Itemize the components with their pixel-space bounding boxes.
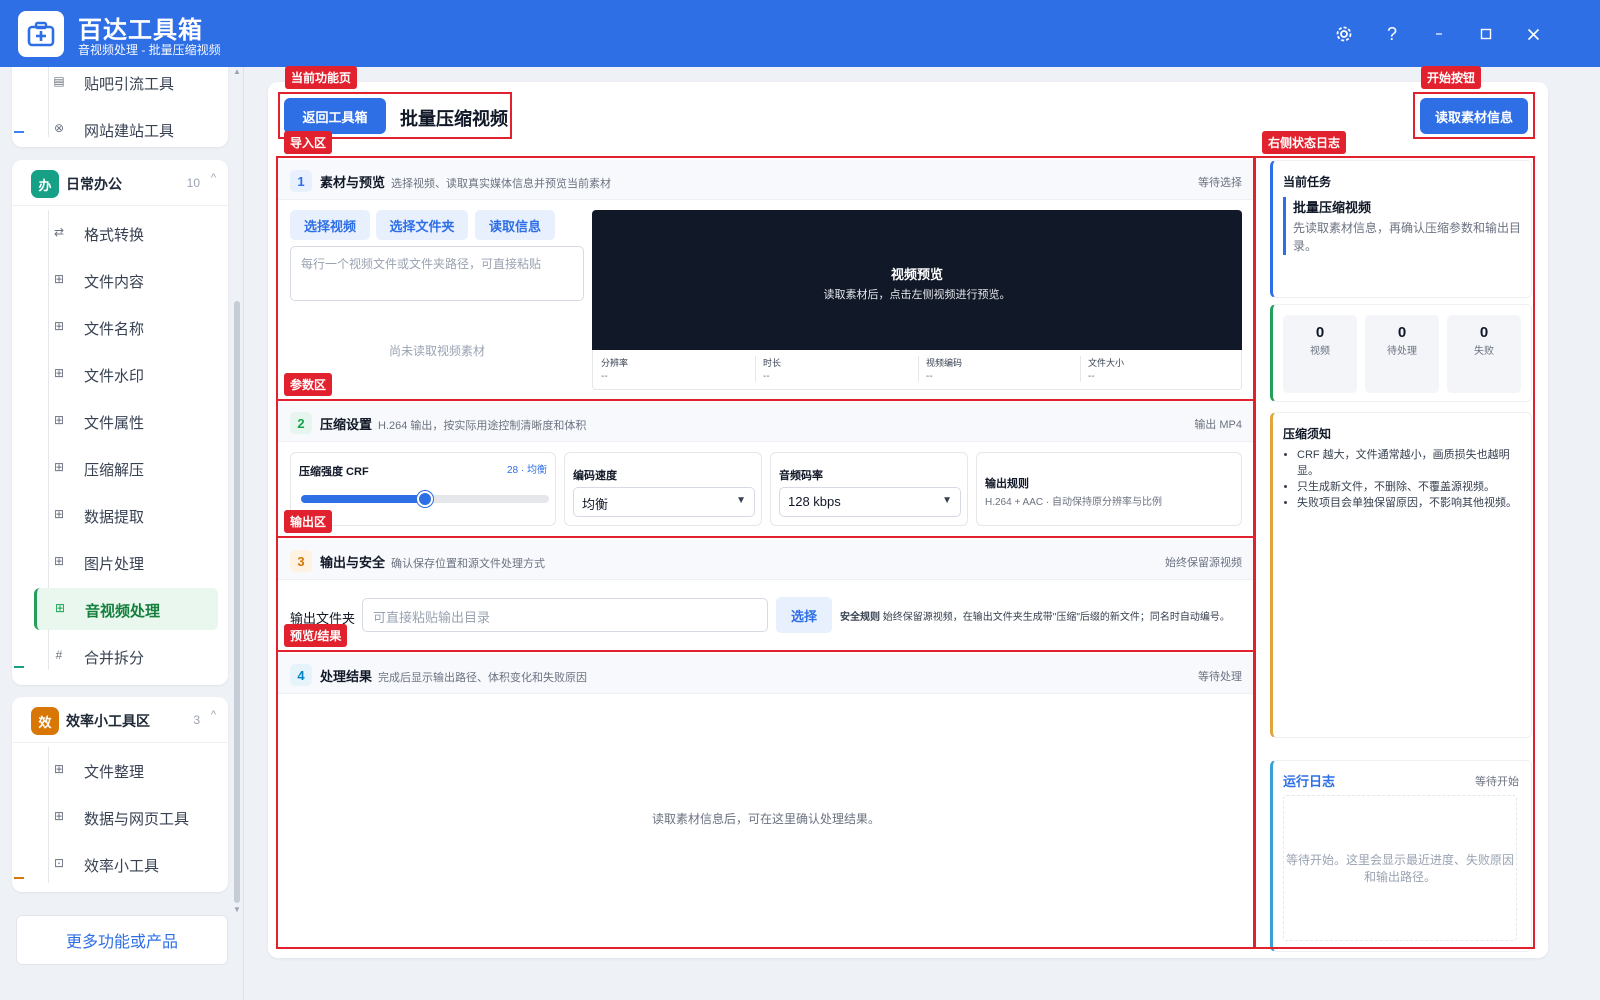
scroll-up-icon[interactable]: ▲ [233, 67, 241, 76]
sidebar-item-label: 文件水印 [84, 368, 145, 385]
annotation-output-box [276, 536, 1255, 652]
annotation-params-box [276, 399, 1255, 538]
annotation-right-log-box [1254, 156, 1535, 949]
sidebar-item-efficiency-tools[interactable]: ⊡ 效率小工具 [36, 843, 216, 885]
grid-icon: ⊞ [53, 366, 65, 380]
group-badge: 办 [31, 170, 59, 198]
app-subtitle: 音视频处理 - 批量压缩视频 [78, 43, 221, 57]
sidebar-item-file-content[interactable]: ⊞ 文件内容 [36, 259, 216, 301]
grid-icon: ⊞ [53, 319, 65, 333]
sidebar-item-file-organize[interactable]: ⊞ 文件整理 [36, 749, 216, 791]
grid-icon: ⊞ [53, 272, 65, 286]
group-header[interactable]: 办 日常办公 10 ^ [12, 160, 228, 206]
app-logo [18, 11, 64, 57]
title-bar: 百达工具箱 音视频处理 - 批量压缩视频 ? [0, 0, 1600, 67]
annotation-result-box [276, 650, 1255, 949]
sidebar-item-label: 文件整理 [84, 764, 145, 781]
grid-icon: ⊞ [53, 413, 65, 427]
grid-icon: ⊞ [54, 601, 66, 615]
grid-icon: ⊞ [53, 762, 65, 776]
sidebar-scrollbar[interactable] [234, 301, 240, 903]
sidebar-group-efficiency: 效 效率小工具区 3 ^ ⊞ 文件整理 ⊞ 数据与网页工具 ⊡ 效率小工具 [12, 697, 228, 892]
hash-icon: # [55, 648, 63, 662]
sidebar-item-label: 音视频处理 [85, 603, 161, 620]
annotation-import: 导入区 [284, 131, 333, 154]
minimize-icon[interactable] [1426, 21, 1452, 47]
app-title: 百达工具箱 [78, 17, 203, 44]
sidebar-card-top: ▤ 贴吧引流工具 ⊗ 网站建站工具 [12, 67, 228, 147]
sidebar-item-file-attr[interactable]: ⊞ 文件属性 [36, 400, 216, 442]
group-count: 3 [193, 713, 200, 727]
annotation-right-log: 右侧状态日志 [1262, 131, 1347, 154]
annotation-start-button: 开始按钮 [1421, 66, 1482, 89]
doc-icon: ▤ [53, 74, 65, 88]
chevron-up-icon[interactable]: ^ [211, 709, 216, 721]
sidebar-group-office: 办 日常办公 10 ^ ⇄ 格式转换 ⊞ 文件内容 ⊞ 文件名称 ⊞ 文件水印 … [12, 160, 228, 685]
maximize-icon[interactable] [1473, 21, 1499, 47]
sidebar-item-label: 图片处理 [84, 556, 145, 573]
sidebar-item-label: 效率小工具 [84, 858, 160, 875]
sidebar-item-file-watermark[interactable]: ⊞ 文件水印 [36, 353, 216, 395]
group-title: 效率小工具区 [66, 713, 150, 729]
sidebar-item-label: 数据提取 [84, 509, 145, 526]
more-products-button[interactable]: 更多功能或产品 [16, 915, 228, 965]
sidebar-item-label: 压缩解压 [84, 462, 145, 479]
group-header[interactable]: 效 效率小工具区 3 ^ [12, 697, 228, 743]
annotation-import-box [276, 156, 1255, 401]
swap-icon: ⇄ [53, 225, 65, 239]
group-title: 日常办公 [66, 176, 122, 192]
sidebar-item-data-extract[interactable]: ⊞ 数据提取 [36, 494, 216, 536]
sidebar-item-label: 合并拆分 [84, 650, 145, 667]
grid-icon: ⊞ [53, 460, 65, 474]
sidebar-item-tieba[interactable]: ▤ 贴吧引流工具 [36, 67, 216, 103]
sidebar-item-label: 文件名称 [84, 321, 145, 338]
sidebar-item-merge-split[interactable]: # 合并拆分 [36, 635, 216, 677]
group-count: 10 [186, 176, 200, 190]
close-icon[interactable] [1520, 21, 1546, 47]
globe-icon: ⊗ [53, 121, 65, 135]
sidebar-item-website[interactable]: ⊗ 网站建站工具 [36, 108, 216, 150]
grid-icon: ⊞ [53, 809, 65, 823]
sidebar-item-label: 格式转换 [84, 227, 145, 244]
annotation-current-page: 当前功能页 [285, 66, 358, 89]
sidebar-item-label: 文件属性 [84, 415, 145, 432]
annotation-start-button-box [1413, 92, 1535, 139]
grid-icon: ⊞ [53, 554, 65, 568]
group-badge: 效 [31, 707, 59, 735]
scroll-down-icon[interactable]: ▼ [233, 905, 241, 914]
sidebar-item-label: 贴吧引流工具 [84, 76, 175, 93]
sidebar-item-label: 数据与网页工具 [84, 811, 190, 828]
sidebar-item-compress[interactable]: ⊞ 压缩解压 [36, 447, 216, 489]
toolbox-icon: ⊡ [53, 856, 65, 870]
sidebar-item-image[interactable]: ⊞ 图片处理 [36, 541, 216, 583]
sidebar: ▤ 贴吧引流工具 ⊗ 网站建站工具 办 日常办公 10 ^ ⇄ 格式转换 ⊞ 文… [0, 67, 244, 1000]
chevron-up-icon[interactable]: ^ [211, 172, 216, 184]
sidebar-item-label: 文件内容 [84, 274, 145, 291]
grid-icon: ⊞ [53, 507, 65, 521]
toolbox-icon [27, 21, 55, 47]
annotation-params: 参数区 [284, 373, 333, 396]
help-icon[interactable]: ? [1379, 21, 1405, 47]
sidebar-item-format-convert[interactable]: ⇄ 格式转换 [36, 212, 216, 254]
sidebar-item-av[interactable]: ⊞ 音视频处理 [34, 588, 218, 630]
sidebar-item-data-web[interactable]: ⊞ 数据与网页工具 [36, 796, 216, 838]
annotation-output: 输出区 [284, 510, 333, 533]
settings-gear-icon[interactable] [1331, 21, 1357, 47]
sidebar-item-file-name[interactable]: ⊞ 文件名称 [36, 306, 216, 348]
annotation-result: 预览/结果 [284, 624, 348, 647]
sidebar-item-label: 网站建站工具 [84, 123, 175, 140]
